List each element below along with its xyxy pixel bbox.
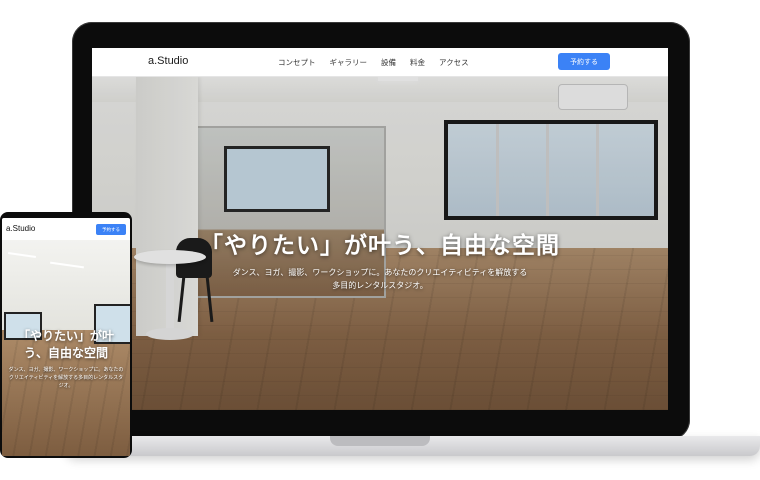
nav-item-gallery[interactable]: ギャラリー [330, 57, 368, 68]
nav-item-facilities[interactable]: 設備 [381, 57, 396, 68]
nav-item-concept[interactable]: コンセプト [278, 57, 316, 68]
mobile-hero-section: 「やりたい」が叶う、自由な空間 ダンス、ヨガ、撮影、ワークショップに。あなたのク… [2, 328, 130, 390]
desktop-screen: a.Studio コンセプト ギャラリー 設備 料金 アクセス 予約する 「やり… [92, 48, 668, 410]
laptop-notch [330, 436, 430, 446]
site-header: a.Studio コンセプト ギャラリー 設備 料金 アクセス 予約する [92, 48, 668, 77]
reserve-button[interactable]: 予約する [558, 53, 610, 70]
mobile-brand-logo[interactable]: a.Studio [6, 224, 35, 233]
nav-item-pricing[interactable]: 料金 [410, 57, 425, 68]
hero-section: 「やりたい」が叶う、自由な空間 ダンス、ヨガ、撮影、ワークショップに。あなたのク… [92, 226, 668, 292]
mobile-hero-subtitle: ダンス、ヨガ、撮影、ワークショップに。あなたのクリエイティビティを解放する多目的… [8, 367, 124, 389]
mobile-header: a.Studio 予約する [2, 218, 130, 240]
hero-title: 「やりたい」が叶う、自由な空間 [200, 233, 560, 259]
mobile-reserve-button[interactable]: 予約する [96, 224, 126, 235]
hero-subtitle: ダンス、ヨガ、撮影、ワークショップに。あなたのクリエイティビティを解放する多目的… [232, 268, 528, 290]
nav-item-access[interactable]: アクセス [439, 57, 469, 68]
brand-logo[interactable]: a.Studio [148, 55, 188, 67]
mobile-hero-title: 「やりたい」が叶う、自由な空間 [17, 329, 114, 360]
main-nav: コンセプト ギャラリー 設備 料金 アクセス [278, 57, 469, 68]
